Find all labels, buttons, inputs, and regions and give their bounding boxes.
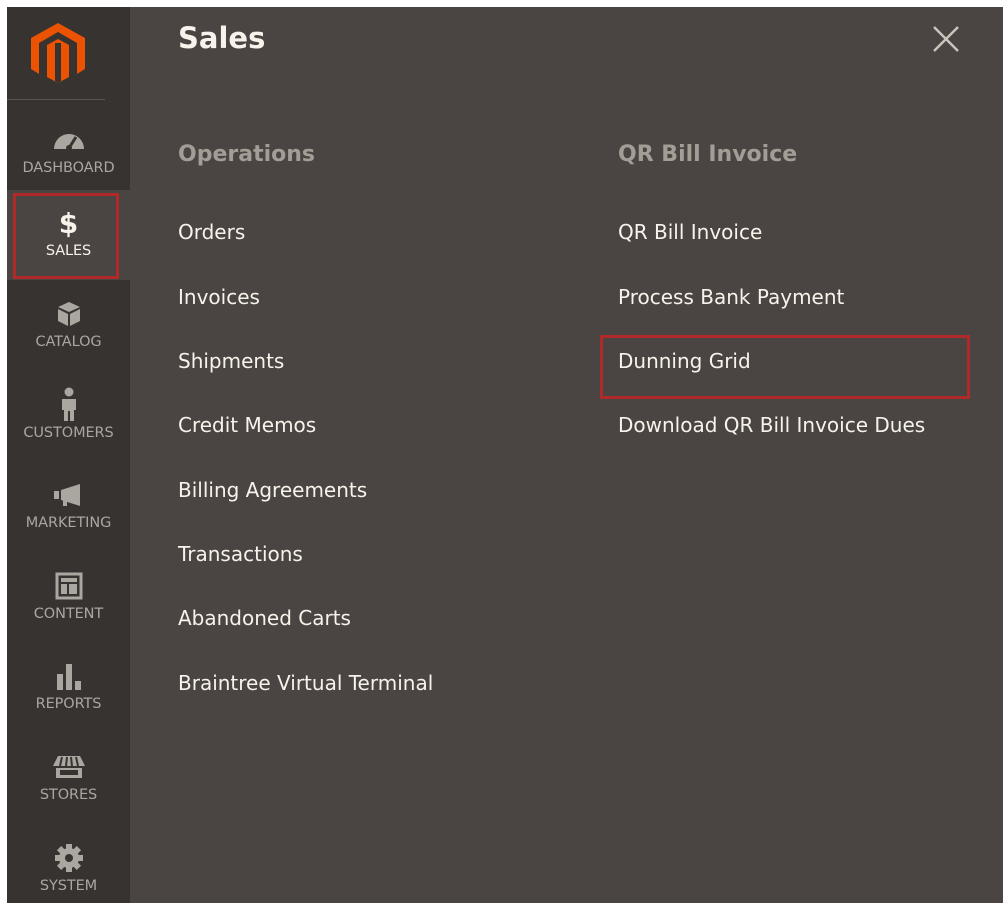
sidebar-item-reports[interactable]: REPORTS bbox=[7, 643, 130, 733]
panel-title: Sales bbox=[178, 21, 266, 55]
sidebar-item-marketing[interactable]: MARKETING bbox=[7, 462, 130, 552]
sales-flyout-panel: Sales Operations Orders Invoices Shipmen… bbox=[130, 7, 1003, 903]
sidebar-item-system[interactable]: SYSTEM bbox=[7, 825, 130, 915]
dunning-grid-highlight-box bbox=[600, 335, 970, 399]
menu-link-qr-bill-invoice[interactable]: QR Bill Invoice bbox=[618, 220, 762, 244]
admin-sidebar: DASHBOARD $ SALES CATALOG CUSTOMERS MARK… bbox=[7, 7, 130, 903]
qr-bill-invoice-heading: QR Bill Invoice bbox=[618, 142, 798, 167]
sidebar-item-stores[interactable]: STORES bbox=[7, 734, 130, 824]
sidebar-item-label: MARKETING bbox=[25, 515, 112, 531]
close-icon bbox=[933, 26, 959, 52]
logo-divider bbox=[7, 99, 105, 100]
megaphone-icon bbox=[7, 480, 130, 510]
menu-link-download-qr-bill-invoice-dues[interactable]: Download QR Bill Invoice Dues bbox=[618, 413, 925, 437]
sidebar-item-label: CONTENT bbox=[33, 606, 104, 622]
menu-link-process-bank-payment[interactable]: Process Bank Payment bbox=[618, 285, 844, 309]
sidebar-item-dashboard[interactable]: DASHBOARD bbox=[7, 107, 130, 197]
sidebar-item-label: STORES bbox=[39, 787, 98, 803]
menu-link-transactions[interactable]: Transactions bbox=[178, 542, 303, 566]
sidebar-item-catalog[interactable]: CATALOG bbox=[7, 281, 130, 371]
menu-link-abandoned-carts[interactable]: Abandoned Carts bbox=[178, 606, 351, 630]
sidebar-item-label: DASHBOARD bbox=[22, 160, 115, 176]
customer-person-icon bbox=[7, 387, 130, 421]
bar-chart-icon bbox=[7, 661, 130, 691]
menu-link-credit-memos[interactable]: Credit Memos bbox=[178, 413, 316, 437]
sidebar-item-label: REPORTS bbox=[35, 696, 102, 712]
dashboard-icon bbox=[7, 125, 130, 155]
gear-icon bbox=[7, 843, 130, 873]
sidebar-item-label: CUSTOMERS bbox=[23, 425, 114, 441]
storefront-icon bbox=[7, 752, 130, 782]
menu-link-orders[interactable]: Orders bbox=[178, 220, 245, 244]
close-button[interactable] bbox=[930, 23, 962, 55]
magento-logo-icon bbox=[31, 23, 85, 83]
sidebar-item-customers[interactable]: CUSTOMERS bbox=[7, 372, 130, 462]
sidebar-item-label: CATALOG bbox=[35, 334, 102, 350]
menu-link-billing-agreements[interactable]: Billing Agreements bbox=[178, 478, 367, 502]
sales-highlight-box bbox=[13, 193, 119, 279]
menu-link-shipments[interactable]: Shipments bbox=[178, 349, 284, 373]
sidebar-item-content[interactable]: CONTENT bbox=[7, 553, 130, 643]
menu-link-braintree-virtual-terminal[interactable]: Braintree Virtual Terminal bbox=[178, 671, 433, 695]
content-layout-icon bbox=[7, 571, 130, 601]
menu-link-invoices[interactable]: Invoices bbox=[178, 285, 260, 309]
sidebar-item-label: SYSTEM bbox=[39, 878, 98, 894]
operations-heading: Operations bbox=[178, 142, 315, 167]
catalog-box-icon bbox=[7, 299, 130, 329]
magento-logo[interactable] bbox=[7, 7, 130, 99]
